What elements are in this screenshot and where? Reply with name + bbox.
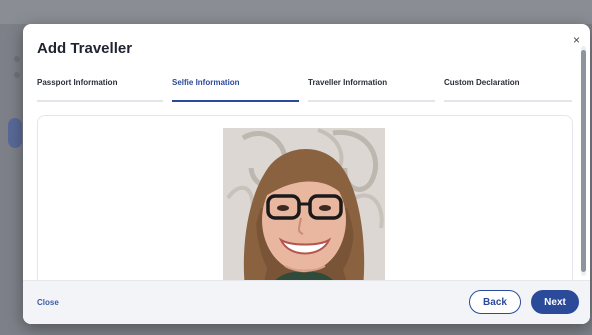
scrollbar[interactable] [581,46,586,276]
modal-title: Add Traveller [37,40,133,57]
selfie-photo [223,128,385,288]
modal-footer: Close Back Next [23,280,590,324]
next-button[interactable]: Next [531,290,579,314]
tab-selfie-information[interactable]: Selfie Information [172,78,299,102]
tab-passport-information[interactable]: Passport Information [37,78,163,102]
scrollbar-thumb[interactable] [581,50,586,272]
tab-traveller-information[interactable]: Traveller Information [308,78,435,102]
tab-custom-declaration[interactable]: Custom Declaration [444,78,572,102]
background-decoration [14,56,20,62]
close-link[interactable]: Close [37,298,59,307]
background-header [0,0,592,24]
selfie-panel [37,115,573,296]
tab-bar: Passport Information Selfie Information … [37,78,572,102]
add-traveller-modal: Add Traveller × Passport Information Sel… [23,24,590,324]
close-icon[interactable]: × [573,34,580,46]
back-button[interactable]: Back [469,290,521,314]
background-decoration [14,72,20,78]
background-avatar [8,118,22,148]
